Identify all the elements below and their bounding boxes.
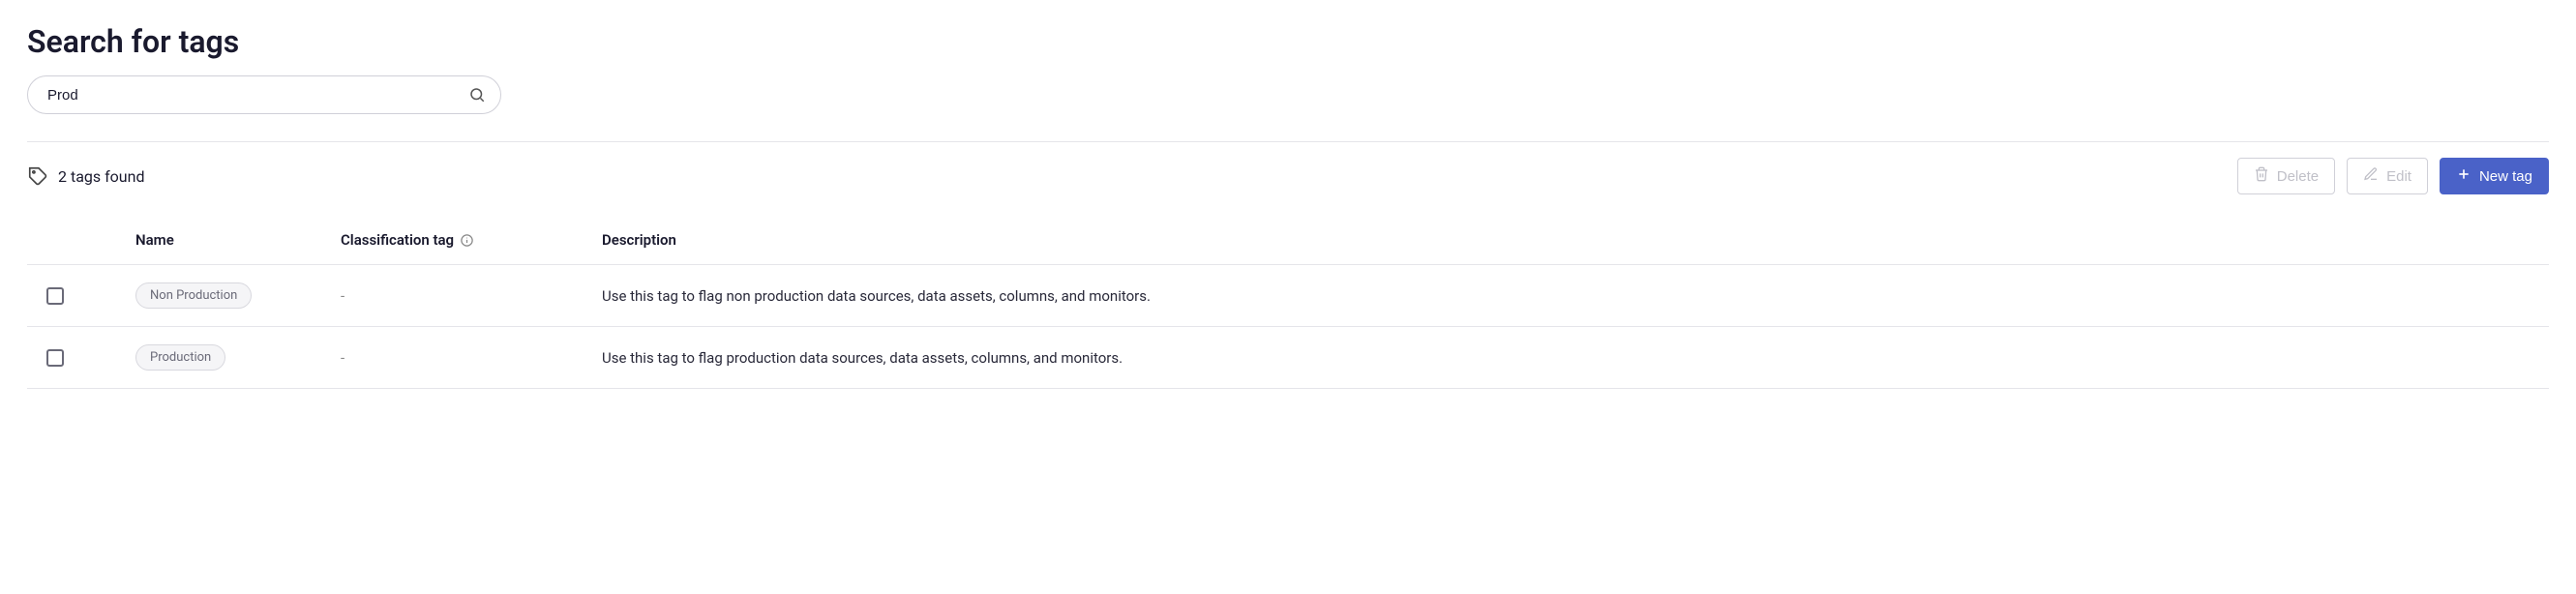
search-wrapper <box>27 75 501 114</box>
page-title: Search for tags <box>27 23 2549 60</box>
actions: Delete Edit New tag <box>2237 158 2549 194</box>
col-description: Description <box>602 231 2549 249</box>
row-checkbox[interactable] <box>46 287 64 305</box>
toolbar: 2 tags found Delete <box>27 158 2549 194</box>
col-classification: Classification tag <box>341 231 602 249</box>
table-row: Non Production - Use this tag to flag no… <box>27 265 2549 327</box>
row-description: Use this tag to flag production data sou… <box>602 349 2549 367</box>
plus-icon <box>2456 166 2471 186</box>
edit-button[interactable]: Edit <box>2347 158 2428 194</box>
col-name: Name <box>108 231 341 249</box>
row-description: Use this tag to flag non production data… <box>602 287 2549 305</box>
row-classification: - <box>341 349 602 367</box>
col-classification-label: Classification tag <box>341 231 454 249</box>
new-tag-button[interactable]: New tag <box>2440 158 2549 194</box>
tag-pill[interactable]: Non Production <box>135 282 252 309</box>
info-icon[interactable] <box>460 233 474 248</box>
delete-button[interactable]: Delete <box>2237 158 2335 194</box>
search-input[interactable] <box>27 75 501 114</box>
pencil-icon <box>2363 166 2379 186</box>
new-tag-label: New tag <box>2479 168 2532 185</box>
search-icon <box>468 86 486 104</box>
divider <box>27 141 2549 142</box>
table-header: Name Classification tag Description <box>27 222 2549 265</box>
tag-icon <box>27 165 48 187</box>
row-classification: - <box>341 287 602 305</box>
results-count-label: 2 tags found <box>58 167 144 186</box>
results-count: 2 tags found <box>27 165 144 187</box>
tag-pill[interactable]: Production <box>135 344 225 371</box>
delete-label: Delete <box>2277 168 2319 185</box>
trash-icon <box>2254 166 2269 186</box>
tags-table: Name Classification tag Description Non … <box>27 222 2549 389</box>
row-checkbox[interactable] <box>46 349 64 367</box>
edit-label: Edit <box>2386 168 2411 185</box>
table-row: Production - Use this tag to flag produc… <box>27 327 2549 389</box>
